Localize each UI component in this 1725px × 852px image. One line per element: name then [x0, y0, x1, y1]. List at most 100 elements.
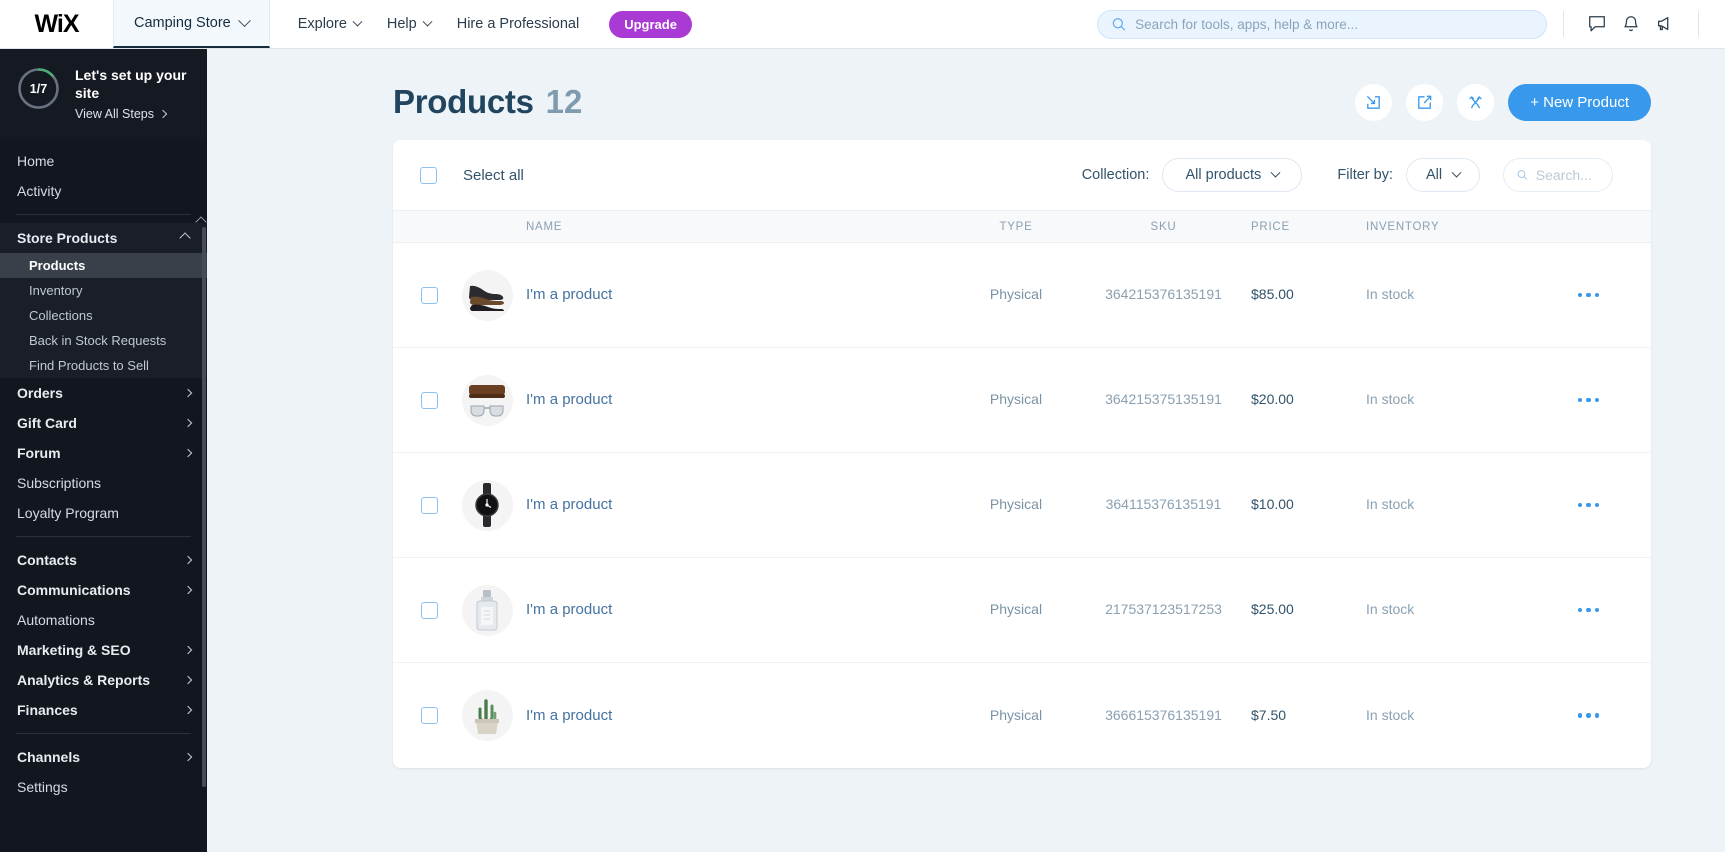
sidebar-item-forum[interactable]: Forum — [0, 438, 207, 468]
divider — [1698, 11, 1699, 37]
products-search-input[interactable] — [1535, 167, 1599, 183]
chevron-down-icon — [237, 13, 251, 27]
sidebar-item-label: Home — [17, 152, 55, 169]
sidebar-item-automations[interactable]: Automations — [0, 605, 207, 635]
sidebar-item-subscriptions[interactable]: Subscriptions — [0, 468, 207, 498]
import-button[interactable] — [1355, 83, 1393, 121]
sidebar-item-label: Contacts — [17, 551, 77, 568]
select-all-label[interactable]: Select all — [463, 167, 524, 184]
topnav-item-help[interactable]: Help — [387, 16, 433, 32]
product-type: Physical — [989, 496, 1043, 512]
product-name-link[interactable]: I'm a product — [526, 707, 612, 724]
sidebar-item-label: Channels — [17, 748, 81, 765]
sidebar-item-store-products[interactable]: Store Products — [0, 223, 207, 253]
column-header-inventory: INVENTORY — [1366, 220, 1440, 233]
sidebar-item-marketing-and-seo[interactable]: Marketing & SEO — [0, 635, 207, 665]
upgrade-button[interactable]: Upgrade — [609, 10, 692, 38]
sidebar-item-inventory[interactable]: Inventory — [0, 278, 207, 303]
product-name-link[interactable]: I'm a product — [526, 496, 612, 513]
site-name: Camping Store — [134, 15, 231, 31]
sidebar-item-home[interactable]: Home — [0, 146, 207, 176]
global-search-input[interactable] — [1135, 16, 1532, 32]
progress-ring: 1/7 — [16, 66, 61, 111]
sidebar-item-settings[interactable]: Settings — [0, 772, 207, 802]
wix-logo[interactable]: WiX — [0, 0, 113, 48]
sidebar-scrollbar[interactable] — [202, 226, 206, 787]
sidebar-item-label: Subscriptions — [17, 474, 102, 491]
sidebar-item-label: Finances — [17, 701, 78, 718]
product-count: 12 — [545, 83, 583, 120]
product-type: Physical — [989, 706, 1043, 723]
sidebar-item-communications[interactable]: Communications — [0, 575, 207, 605]
sidebar-item-find-products-to-sell[interactable]: Find Products to Sell — [0, 353, 207, 378]
bell-icon[interactable] — [1614, 7, 1648, 41]
row-more-actions-button[interactable] — [1570, 705, 1608, 726]
table-row[interactable]: I'm a product Physical 364215375135191 $… — [393, 348, 1651, 453]
view-all-steps-label: View All Steps — [75, 106, 154, 121]
sidebar-item-gift-card[interactable]: Gift Card — [0, 408, 207, 438]
sidebar-item-orders[interactable]: Orders — [0, 378, 207, 408]
row-checkbox[interactable] — [421, 707, 438, 724]
product-name-link[interactable]: I'm a product — [526, 286, 612, 303]
chevron-down-icon — [1270, 167, 1281, 178]
filter-by-dropdown[interactable]: All — [1406, 158, 1480, 192]
row-more-actions-button[interactable] — [1570, 600, 1608, 621]
sidebar-item-collections[interactable]: Collections — [0, 303, 207, 328]
table-row[interactable]: I'm a product Physical 364115376135191 $… — [393, 453, 1651, 558]
row-more-actions-button[interactable] — [1570, 285, 1608, 306]
sidebar-item-label: Settings — [17, 778, 68, 795]
table-row[interactable]: I'm a product Physical 217537123517253 $… — [393, 558, 1651, 663]
sort-button[interactable] — [1457, 83, 1495, 121]
sort-arrows-icon — [1469, 95, 1482, 108]
top-bar-right — [1097, 0, 1725, 48]
sidebar-item-label: Loyalty Program — [17, 504, 119, 521]
sidebar-item-contacts[interactable]: Contacts — [0, 545, 207, 575]
new-product-button[interactable]: + New Product — [1508, 83, 1651, 121]
export-button[interactable] — [1406, 83, 1444, 121]
product-sku: 364115376135191 — [1105, 496, 1222, 512]
row-checkbox[interactable] — [421, 286, 438, 304]
import-icon — [1367, 95, 1381, 109]
chevron-right-icon — [183, 555, 193, 565]
sidebar-item-products[interactable]: Products — [0, 252, 207, 278]
row-checkbox[interactable] — [421, 601, 438, 619]
product-thumbnail — [461, 269, 513, 321]
sidebar-item-analytics-and-reports[interactable]: Analytics & Reports — [0, 665, 207, 695]
row-more-actions-button[interactable] — [1570, 495, 1608, 516]
header-actions: + New Product — [1355, 83, 1651, 121]
table-row[interactable]: I'm a product Physical 364215376135191 $… — [393, 243, 1651, 348]
site-selector[interactable]: Camping Store — [113, 0, 270, 48]
select-all-checkbox[interactable] — [420, 166, 437, 184]
sidebar-item-finances[interactable]: Finances — [0, 695, 207, 725]
sidebar-item-loyalty-program[interactable]: Loyalty Program — [0, 498, 207, 528]
megaphone-icon[interactable] — [1648, 7, 1682, 41]
topnav-label: Hire a Professional — [456, 16, 580, 32]
row-more-actions-button[interactable] — [1570, 390, 1608, 411]
chevron-right-icon — [183, 645, 193, 655]
view-all-steps-link[interactable]: View All Steps — [75, 107, 191, 121]
collection-label: Collection: — [1081, 167, 1150, 183]
setup-progress-card[interactable]: 1/7 Let's set up your site View All Step… — [0, 49, 207, 139]
topnav-item-hire-a-professional[interactable]: Hire a Professional — [457, 16, 580, 32]
row-checkbox[interactable] — [421, 496, 438, 514]
sidebar-item-back-in-stock-requests[interactable]: Back in Stock Requests — [0, 328, 207, 353]
collection-dropdown[interactable]: All products — [1162, 158, 1303, 192]
product-type: Physical — [989, 391, 1043, 407]
sidebar-item-label: Orders — [17, 384, 63, 401]
product-name-link[interactable]: I'm a product — [526, 391, 612, 408]
table-row[interactable]: I'm a product Physical 366615376135191 $… — [393, 663, 1651, 768]
topnav-item-explore[interactable]: Explore — [298, 16, 363, 32]
product-price: $25.00 — [1251, 601, 1294, 617]
product-name-link[interactable]: I'm a product — [526, 601, 612, 618]
filter-by-label: Filter by: — [1337, 167, 1393, 183]
products-search[interactable] — [1503, 158, 1613, 192]
row-checkbox[interactable] — [421, 391, 438, 409]
product-thumbnail — [461, 584, 513, 636]
sidebar-item-activity[interactable]: Activity — [0, 176, 207, 206]
sidebar-item-channels[interactable]: Channels — [0, 742, 207, 772]
product-type: Physical — [989, 286, 1043, 302]
global-search[interactable] — [1097, 9, 1547, 39]
chat-icon[interactable] — [1580, 7, 1614, 41]
product-price: $7.50 — [1251, 706, 1287, 723]
chevron-down-icon — [1451, 167, 1462, 178]
